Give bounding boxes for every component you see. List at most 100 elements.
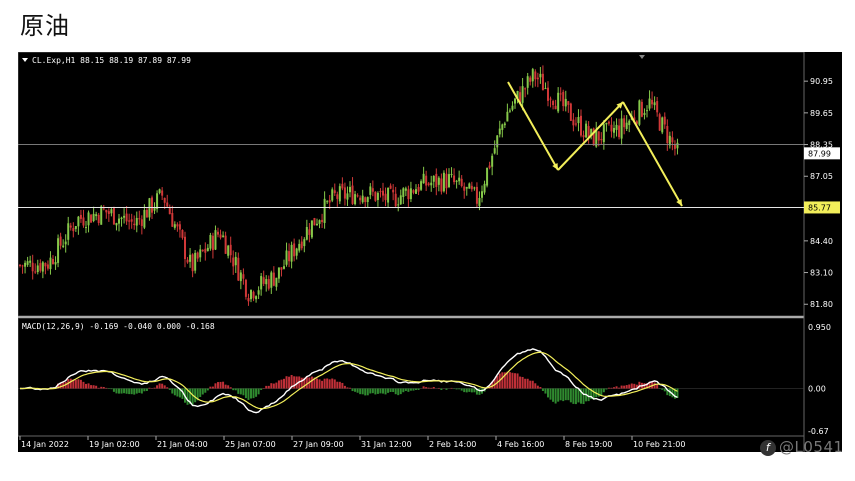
trend-arrow-line [622,101,683,207]
time-tick-label: 27 Jan 09:00 [293,440,344,449]
candle-body [336,194,339,199]
candle-body [328,199,331,203]
candle-body [255,296,258,300]
macd-pane-frame [18,317,805,437]
candle-body [376,192,379,201]
candle-body [244,279,247,297]
candle-body [123,215,126,218]
macd-tick-label: 0.950 [808,323,831,332]
candle-body [615,124,618,130]
candle-body [628,120,631,126]
candle-body [432,175,435,182]
candle-body [272,272,275,286]
candle-body [511,105,514,110]
candle-body [95,214,98,217]
candle-body [194,252,197,271]
candle-body [79,214,82,219]
candle-body [382,190,384,196]
page-title: 原油 [20,12,70,40]
candle-body [481,191,483,198]
annotation-layer [507,81,683,207]
time-tick-label: 4 Feb 16:00 [497,440,544,449]
candle-body [85,227,87,229]
candle-body [135,217,138,226]
shift-marker-icon[interactable] [639,55,645,59]
candle-body [288,251,291,262]
candle-body [412,190,415,193]
candle-body [605,122,608,125]
candle-body [501,124,504,130]
candle-body [211,235,214,251]
candle-body [389,185,392,189]
candle-body [176,224,179,227]
candle-body [161,190,164,196]
candle-body [671,137,674,143]
candle-body [105,209,108,213]
price-axis: 90.9589.6588.3587.0584.4083.1081.8087.99… [804,77,840,309]
candle-body [392,189,395,193]
candle-body [163,197,166,203]
candle-body [547,87,549,101]
candle-body [435,173,438,187]
candle-body [544,88,547,90]
candle-body [676,142,679,149]
candle-body [526,76,529,88]
candle-body [574,123,577,125]
candle-body [623,118,626,128]
candle-body [323,198,326,224]
candle-body [478,197,481,206]
candle-body [128,220,131,222]
candle-body [308,229,311,235]
candle-body [277,267,280,279]
watermark: f @L0541 [760,438,844,456]
candle-body [305,226,308,240]
candle-body [402,188,405,198]
candle-body [394,193,397,207]
candle-body [666,126,669,143]
price-chart-svg[interactable]: 90.9589.6588.3587.0584.4083.1081.8087.99… [18,52,842,452]
candle-body [130,219,133,222]
candle-body [409,188,412,200]
candle-body [498,128,501,135]
candle-body [425,175,428,186]
candle-body [158,189,161,193]
candle-body [171,213,174,227]
candle-body [275,277,278,287]
candle-body [237,257,240,281]
time-tick-label: 25 Jan 07:00 [225,440,276,449]
candle-body [300,241,303,249]
candle-body [488,165,491,168]
time-tick-label: 14 Jan 2022 [21,440,69,449]
candle-body [82,217,85,226]
candle-body [110,209,113,214]
candle-body [19,264,21,266]
candle-body [69,225,72,228]
candle-body [39,263,42,271]
candle-body [468,183,471,189]
candle-body [458,177,461,182]
candle-body [100,206,103,225]
candle-body [506,111,509,122]
dropdown-triangle-icon[interactable] [22,58,28,62]
time-tick-label: 19 Jan 02:00 [89,440,140,449]
candle-body [463,186,466,191]
candle-body [465,187,468,189]
candle-body [90,214,93,223]
chart-window[interactable]: 90.95 89.65 88.35 87.05 84.40 83.10 81.80 87.99… [18,52,842,452]
candle-body [49,257,52,270]
candle-body [252,291,255,299]
candle-body [427,183,430,185]
candle-body [313,218,316,226]
candle-body [247,298,250,302]
candle-body [514,98,516,104]
candle-body [580,115,582,136]
candle-body [46,264,49,269]
candle-body [283,266,285,269]
candle-body [648,98,651,109]
symbol-info: CL.Exp,H1 88.15 88.19 87.89 87.99 [32,56,191,65]
candle-body [138,218,141,220]
candle-body [64,241,67,245]
candle-body [577,116,580,124]
candle-body [343,187,346,199]
candle-body [618,125,621,138]
